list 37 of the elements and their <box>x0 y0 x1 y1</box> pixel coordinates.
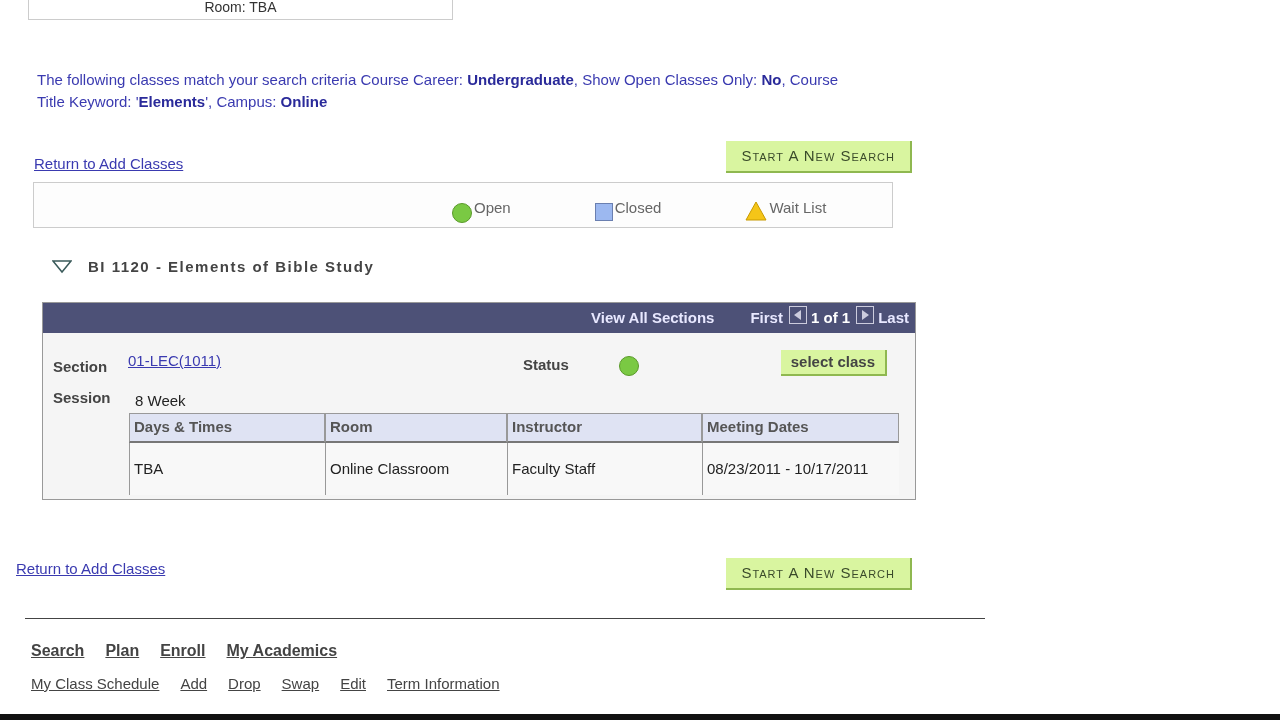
session-label: Session <box>53 388 112 408</box>
column-header: Instructor <box>507 412 702 443</box>
select-class-button[interactable]: select class <box>780 350 887 376</box>
section-link[interactable]: 01-LEC(1011) <box>128 350 523 373</box>
collapse-triangle-icon[interactable] <box>52 259 72 274</box>
new-search-button[interactable]: Start A New Search <box>726 558 912 590</box>
subnav-link[interactable]: Drop <box>228 673 261 696</box>
subnav-link[interactable]: Term Information <box>387 673 500 696</box>
search-criteria-text: The following classes match your search criteria Course Career: Undergraduate, Show Open Classes Only: No, Course Title Keyword: 'Elements', Campus: Online <box>37 70 840 112</box>
return-link[interactable]: Return to Add Classes <box>34 153 184 176</box>
column-header: Meeting Dates <box>702 412 899 443</box>
legend-label: Closed <box>614 198 662 217</box>
subnav-link[interactable]: My Class Schedule <box>31 673 160 696</box>
column-header: Room <box>325 412 507 443</box>
subnav-link[interactable]: Swap <box>281 673 320 696</box>
subnav-link[interactable]: Add <box>180 673 208 696</box>
nav-link[interactable]: Enroll <box>160 639 206 663</box>
last-link[interactable]: Last <box>878 306 909 330</box>
column-header: Days & Times <box>129 412 325 443</box>
session-value: 8 Week <box>135 391 186 411</box>
nav-link[interactable]: Search <box>31 639 85 663</box>
new-search-button[interactable]: Start A New Search <box>726 141 912 173</box>
next-icon[interactable] <box>856 306 875 324</box>
previous-icon[interactable] <box>788 306 807 324</box>
room-text: Room: TBA <box>204 0 277 14</box>
legend-label: Wait List <box>769 198 827 217</box>
legend-label: Open <box>474 198 511 217</box>
nav-link[interactable]: My Academics <box>226 639 338 663</box>
return-link[interactable]: Return to Add Classes <box>16 558 166 581</box>
subnav-link[interactable]: Edit <box>340 673 366 696</box>
page-count: 1 of 1 <box>810 307 851 328</box>
nav-link[interactable]: Plan <box>105 639 140 663</box>
view-all-sections-link[interactable]: View All Sections <box>591 306 715 330</box>
section-label: Section <box>53 357 109 377</box>
course-title: BI 1120 - Elements of Bible Study <box>88 256 375 277</box>
status-label: Status <box>523 355 570 375</box>
first-link[interactable]: First <box>750 306 783 330</box>
